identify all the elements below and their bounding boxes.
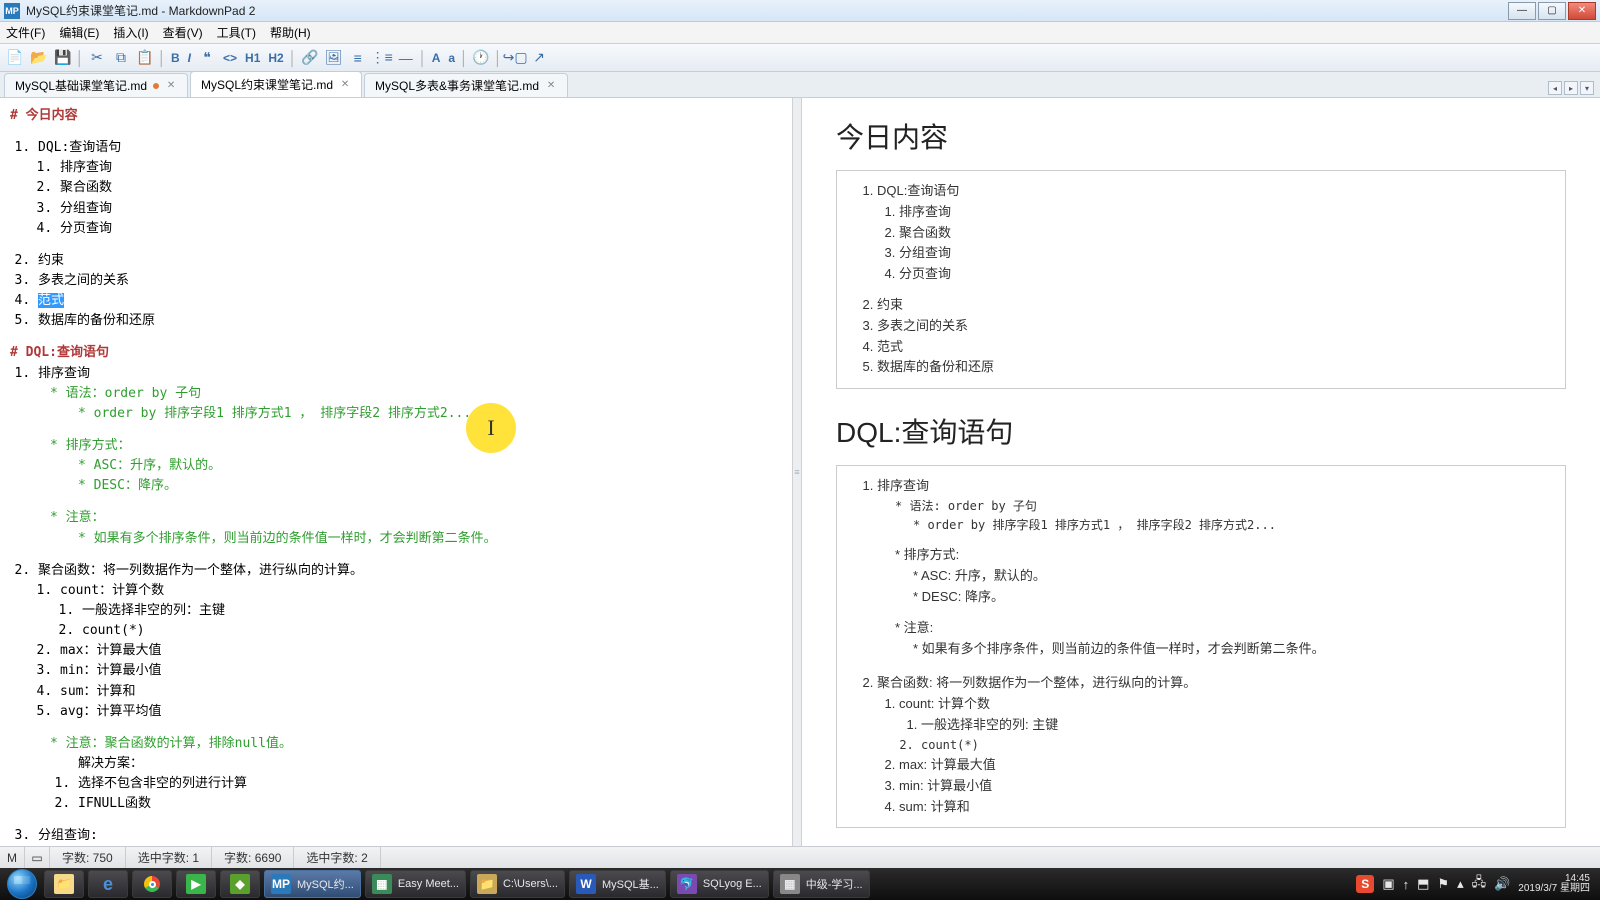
dirty-indicator-icon [153,83,159,89]
open-file-icon[interactable]: 📂 [28,47,50,69]
tab-mysql-multi[interactable]: MySQL多表&事务课堂笔记.md ✕ [364,73,568,97]
ol-icon[interactable]: ≡ [347,47,369,69]
menu-tools[interactable]: 工具(T) [217,24,256,41]
menu-view[interactable]: 查看(V) [163,24,203,41]
tray-shield-icon[interactable]: ⬒ [1417,876,1429,892]
tab-menu-icon[interactable]: ▾ [1580,81,1594,95]
tray-network-icon[interactable]: 🖧 [1472,873,1487,895]
status-char-count: 字数: 6690 [212,847,294,868]
tray-icon[interactable]: ▣ [1382,876,1394,892]
tray-chevron-icon[interactable]: ▴ [1457,876,1464,892]
status-bar: M ▭ 字数: 750 选中字数: 1 字数: 6690 选中字数: 2 [0,846,1600,868]
splitter-handle[interactable]: ≡ [792,98,802,846]
taskbar-word[interactable]: W MySQL基... [569,870,666,898]
tray-volume-icon[interactable]: 🔊 [1494,876,1510,892]
tab-scroll-left-icon[interactable]: ◂ [1548,81,1562,95]
preview-pane: 今日内容 DQL:查询语句 排序查询 聚合函数 分组查询 分页查询 约束 多表之… [802,98,1600,846]
toolbar: 📄 📂 💾 │ ✂ ⧉ 📋 │ B I ❝ <> H1 H2 │ 🔗 🖼 ≡ ⋮… [0,44,1600,72]
copy-icon[interactable]: ⧉ [110,47,132,69]
tab-close-icon[interactable]: ✕ [339,79,351,91]
taskbar-green-app[interactable]: ◆ [220,870,260,898]
hr-icon[interactable]: — [395,47,417,69]
app-icon: MP [4,3,20,19]
ime-sogou-icon[interactable]: S [1356,875,1374,893]
taskbar-player[interactable]: ▶ [176,870,216,898]
preview-h1: 今日内容 [836,116,1566,156]
bold-icon[interactable]: B [168,47,183,69]
save-icon[interactable]: 💾 [52,47,74,69]
ul-icon[interactable]: ⋮≡ [371,47,393,69]
status-wordcount: 字数: 750 [50,847,126,868]
system-tray: S ▣ ↑ ⬒ ⚑ ▴ 🖧 🔊 14:45 2019/3/7 星期四 [1356,873,1598,895]
h2-icon[interactable]: H2 [265,47,286,69]
tab-mysql-basic[interactable]: MySQL基础课堂笔记.md ✕ [4,73,188,97]
minimize-button[interactable]: — [1508,2,1536,20]
menu-help[interactable]: 帮助(H) [270,24,311,41]
taskbar-folder[interactable]: 📁 C:\Users\... [470,870,565,898]
editor-pane[interactable]: # 今日内容 DQL:查询语句 排序查询 聚合函数 分组查询 分页查询 约束 多… [0,98,792,846]
status-book-icon[interactable]: ▭ [25,847,50,868]
selected-text: 范式 [38,293,64,308]
windows-orb-icon [7,869,37,899]
export-icon[interactable]: ↗ [528,47,550,69]
tray-clock[interactable]: 14:45 2019/3/7 星期四 [1518,874,1590,895]
title-bar: MP MySQL约束课堂笔记.md - MarkdownPad 2 — ▢ ✕ [0,0,1600,22]
timestamp-icon[interactable]: 🕐 [470,47,492,69]
maximize-button[interactable]: ▢ [1538,2,1566,20]
close-button[interactable]: ✕ [1568,2,1596,20]
h1-icon[interactable]: H1 [242,47,263,69]
taskbar-markdownpad[interactable]: MP MySQL约... [264,870,361,898]
cut-icon[interactable]: ✂ [86,47,108,69]
code-icon[interactable]: <> [220,47,240,69]
taskbar-study[interactable]: ▦ 中级-学习... [773,870,870,898]
cursor-highlight-icon: I [466,403,516,453]
font-big-icon[interactable]: A [429,47,444,69]
tab-mysql-constraint[interactable]: MySQL约束课堂笔记.md ✕ [190,71,362,97]
image-icon[interactable]: 🖼 [323,47,345,69]
menu-file[interactable]: 文件(F) [6,24,45,41]
status-markdown-icon[interactable]: M [0,847,25,868]
start-button[interactable] [2,868,42,900]
tab-close-icon[interactable]: ✕ [545,80,557,92]
heading: # 今日内容 [10,106,782,126]
tab-scroll-right-icon[interactable]: ▸ [1564,81,1578,95]
tab-label: MySQL基础课堂笔记.md [15,77,147,94]
tray-flag-icon[interactable]: ⚑ [1437,876,1449,892]
status-selected-words: 选中字数: 1 [126,847,212,868]
font-small-icon[interactable]: a [445,47,458,69]
quote-icon[interactable]: ❝ [196,47,218,69]
menu-insert[interactable]: 插入(I) [113,24,148,41]
tab-label: MySQL多表&事务课堂笔记.md [375,77,539,94]
tab-label: MySQL约束课堂笔记.md [201,76,333,93]
preview-h2: DQL:查询语句 [836,411,1566,451]
paste-icon[interactable]: 📋 [134,47,156,69]
window-title: MySQL约束课堂笔记.md - MarkdownPad 2 [26,2,1508,19]
link-icon[interactable]: 🔗 [299,47,321,69]
tab-strip: MySQL基础课堂笔记.md ✕ MySQL约束课堂笔记.md ✕ MySQL多… [0,72,1600,98]
taskbar-ie[interactable]: e [88,870,128,898]
new-file-icon[interactable]: 📄 [4,47,26,69]
menu-bar: 文件(F) 编辑(E) 插入(I) 查看(V) 工具(T) 帮助(H) [0,22,1600,44]
main-split: # 今日内容 DQL:查询语句 排序查询 聚合函数 分组查询 分页查询 约束 多… [0,98,1600,846]
tray-icon[interactable]: ↑ [1403,877,1410,892]
taskbar: 📁 e ▶ ◆ MP MySQL约... ▦ Easy Meet... 📁 C:… [0,868,1600,900]
taskbar-easymeet[interactable]: ▦ Easy Meet... [365,870,466,898]
preview-icon[interactable]: ↪▢ [504,47,526,69]
taskbar-chrome[interactable] [132,870,172,898]
taskbar-sqlyog[interactable]: 🐬 SQLyog E... [670,870,769,898]
status-selected-chars: 选中字数: 2 [294,847,380,868]
italic-icon[interactable]: I [185,47,194,69]
tab-close-icon[interactable]: ✕ [165,80,177,92]
menu-edit[interactable]: 编辑(E) [59,24,99,41]
heading: # DQL:查询语句 [10,343,782,363]
taskbar-explorer[interactable]: 📁 [44,870,84,898]
